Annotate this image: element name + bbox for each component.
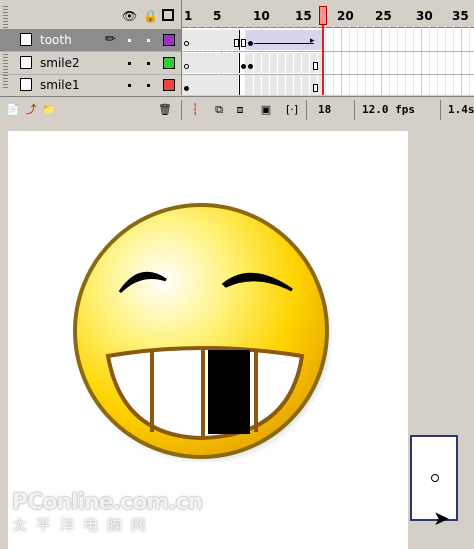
lock-dot[interactable] [147, 84, 150, 87]
divider [440, 100, 441, 120]
frame-span [182, 75, 237, 95]
onion-outline-icon[interactable]: ⧈ [231, 101, 249, 119]
ruler-label: 35 [452, 9, 469, 23]
divider [181, 100, 182, 120]
ruler-label: 5 [213, 9, 222, 23]
layer-icon [20, 33, 32, 46]
layer-icon [20, 78, 32, 91]
elapsed-time-display: 1.4s [448, 103, 474, 116]
timeline-toolbar: 📄 ⤴ 📁 🗑 ┆ ⧉ ⧈ ▣ [·] 18 12.0 fps 1.4s [0, 96, 474, 124]
black-tooth [208, 350, 250, 434]
keyframe-empty[interactable] [184, 41, 189, 46]
eye-icon[interactable]: 👁 [122, 9, 137, 23]
layer-row-smile2[interactable]: smile2 [0, 52, 181, 75]
layer-row-smile1[interactable]: smile1 [0, 74, 181, 97]
keyframe-empty[interactable] [184, 64, 189, 69]
edit-multiple-frames-icon[interactable]: ▣ [257, 101, 275, 119]
trash-icon[interactable]: 🗑 [156, 101, 174, 119]
add-guide-layer-icon[interactable]: ⤴ [22, 101, 40, 119]
frame-span [182, 53, 237, 73]
layer-name: tooth [40, 33, 72, 47]
ruler-label: 1 [184, 9, 193, 23]
frame-grid[interactable]: 1 5 10 15 20 25 30 35 ▸ [182, 0, 474, 95]
frame-span [246, 53, 322, 73]
mouse-cursor-icon: ➤ [433, 506, 450, 530]
onion-skin-icon[interactable]: ⧉ [210, 101, 228, 119]
keyframe[interactable] [241, 64, 246, 69]
layer-list: 👁 🔒 tooth ✏ smile2 smile1 [0, 0, 182, 97]
current-frame-display: 18 [318, 103, 332, 116]
layer-color-swatch[interactable] [163, 57, 175, 69]
layer-name: smile1 [40, 78, 80, 92]
frame-ruler[interactable]: 1 5 10 15 20 25 30 35 [182, 0, 474, 28]
frame-divider [239, 75, 240, 95]
lock-dot[interactable] [147, 62, 150, 65]
divider [306, 100, 307, 120]
end-frame [241, 39, 246, 47]
playhead-line [322, 25, 324, 95]
timeline-panel: 👁 🔒 tooth ✏ smile2 smile1 1 5 10 15 20 2… [0, 0, 474, 124]
frame-span [182, 30, 237, 50]
layer-color-swatch[interactable] [163, 34, 175, 46]
keyframe[interactable] [248, 64, 253, 69]
frame-row-smile2[interactable] [182, 52, 474, 75]
playhead[interactable] [319, 6, 327, 25]
pencil-icon: ✏ [105, 32, 116, 47]
tween-arrow [254, 43, 314, 44]
visible-dot[interactable] [128, 84, 131, 87]
ruler-label: 20 [337, 9, 354, 23]
add-layer-icon[interactable]: 📄 [4, 101, 22, 119]
layer-icon [20, 56, 32, 69]
frame-divider [239, 53, 240, 73]
smiley-face-graphic[interactable] [70, 200, 332, 462]
watermark-logo: PConline.com.cn [12, 490, 203, 515]
ruler-label: 25 [375, 9, 392, 23]
frame-row-tooth[interactable]: ▸ [182, 29, 474, 52]
lock-icon[interactable]: 🔒 [143, 9, 158, 23]
visible-dot[interactable] [128, 39, 131, 42]
frame-row-smile1[interactable] [182, 74, 474, 95]
frame-divider [239, 30, 240, 50]
ruler-label: 10 [253, 9, 270, 23]
keyframe[interactable] [184, 86, 189, 91]
add-folder-icon[interactable]: 📁 [40, 101, 58, 119]
layer-name: smile2 [40, 56, 80, 70]
frame-span [246, 75, 322, 95]
arrow-head-icon: ▸ [310, 36, 315, 46]
outline-icon[interactable] [162, 9, 174, 21]
frame-rate-display[interactable]: 12.0 fps [362, 101, 415, 119]
ruler-label: 30 [416, 9, 433, 23]
registration-point[interactable] [431, 474, 439, 482]
center-frame-icon[interactable]: ┆ [186, 101, 204, 119]
onion-markers-icon[interactable]: [·] [283, 101, 301, 119]
divider [354, 100, 355, 120]
end-frame [313, 84, 318, 92]
layer-row-tooth[interactable]: tooth ✏ [0, 29, 181, 52]
layer-color-swatch[interactable] [163, 79, 175, 91]
end-frame [313, 62, 318, 70]
ruler-label: 15 [295, 9, 312, 23]
visible-dot[interactable] [128, 62, 131, 65]
lock-dot[interactable] [147, 39, 150, 42]
watermark-text: 太 平 洋 电 脑 网 [12, 516, 148, 534]
keyframe[interactable] [248, 41, 253, 46]
